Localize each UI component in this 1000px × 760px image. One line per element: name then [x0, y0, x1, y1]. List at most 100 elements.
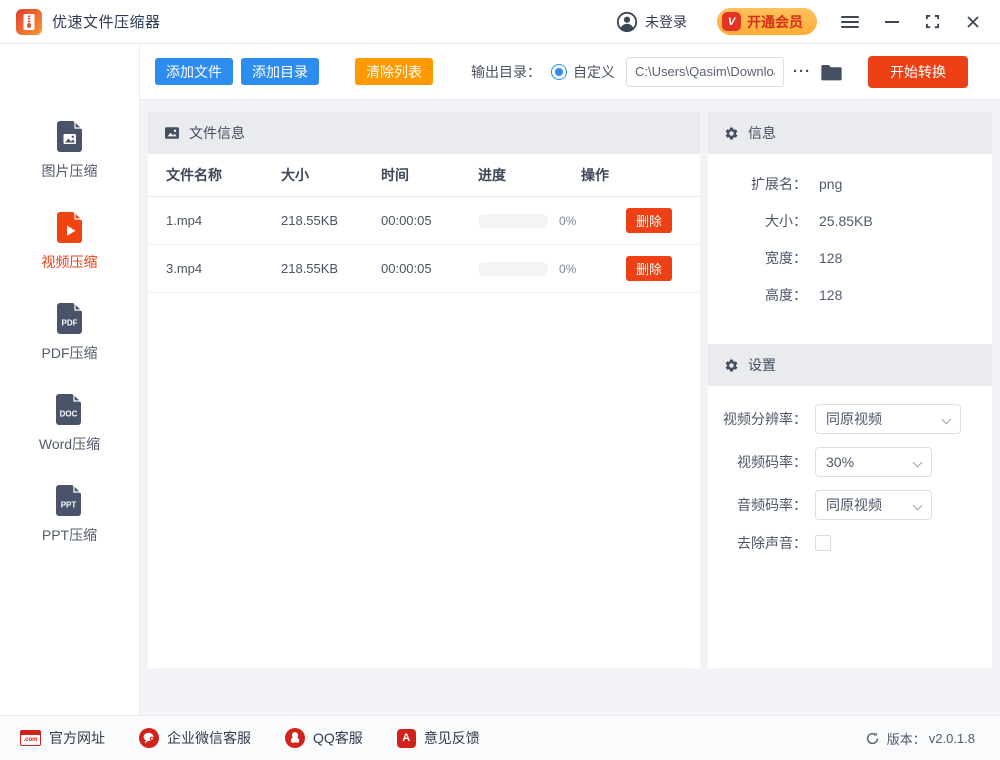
open-vip-button[interactable]: V 开通会员 [717, 8, 817, 35]
table-header: 文件名称 大小 时间 进度 操作 [148, 154, 700, 197]
col-size: 大小 [281, 165, 381, 185]
menu-icon[interactable] [841, 16, 859, 28]
sidebar-item-label: 图片压缩 [42, 161, 98, 181]
gear-icon [724, 126, 739, 141]
table-row: 1.mp4 218.55KB 00:00:05 0% 删除 [148, 197, 700, 245]
delete-button[interactable]: 删除 [626, 208, 672, 233]
audio-bitrate-select[interactable]: 同原视频 [815, 490, 932, 520]
svg-text:PDF: PDF [61, 319, 77, 328]
official-site-link[interactable]: .com 官方网址 [20, 728, 105, 748]
app-title: 优速文件压缩器 [52, 11, 161, 32]
add-directory-button[interactable]: 添加目录 [241, 58, 319, 85]
sidebar-item-video-compress[interactable]: 视频压缩 [42, 209, 98, 272]
user-avatar-icon [616, 11, 638, 33]
toolbar: 添加文件 添加目录 清除列表 输出目录： 自定义 ··· 开始转换 [140, 44, 1000, 100]
sidebar-item-ppt-compress[interactable]: PPT PPT压缩 [42, 482, 97, 545]
clear-list-button[interactable]: 清除列表 [355, 58, 433, 85]
file-panel-header: 文件信息 [148, 112, 700, 154]
browse-more-button[interactable]: ··· [793, 63, 811, 80]
sidebar: 图片压缩 视频压缩 PDF PDF压缩 [0, 44, 140, 715]
image-file-icon [52, 118, 88, 154]
info-fields: 扩展名： png 大小： 25.85KB 宽度： 128 高度： [708, 154, 992, 344]
version-box: 版本： v2.0.1.8 [865, 729, 975, 748]
resolution-label: 视频分辨率： [708, 409, 807, 429]
video-file-icon [52, 209, 88, 245]
login-status: 未登录 [645, 12, 687, 32]
file-size: 218.55KB [281, 213, 381, 228]
output-dir-label: 输出目录： [471, 62, 541, 82]
video-bitrate-label: 视频码率： [708, 452, 807, 472]
chevron-down-icon [942, 415, 952, 425]
feedback-link[interactable]: A 意见反馈 [397, 728, 480, 748]
file-size: 218.55KB [281, 261, 381, 276]
file-panel-title: 文件信息 [189, 123, 245, 143]
sidebar-item-label: 视频压缩 [42, 252, 98, 272]
qq-support-link[interactable]: QQ客服 [285, 728, 363, 748]
info-label-size: 大小： [708, 211, 807, 231]
file-info-panel: 文件信息 文件名称 大小 时间 进度 操作 1.mp4 218.55KB 00:… [148, 112, 700, 668]
sidebar-item-image-compress[interactable]: 图片压缩 [42, 118, 98, 181]
progress-percent: 0% [559, 214, 576, 228]
maximize-icon[interactable] [925, 14, 940, 29]
info-value-size: 25.85KB [819, 213, 873, 229]
website-icon: .com [20, 730, 41, 746]
title-bar: 优速文件压缩器 未登录 V 开通会员 [0, 0, 1000, 44]
info-label-height: 高度： [708, 285, 807, 305]
qq-icon [285, 728, 305, 748]
info-panel-header: 信息 [708, 112, 992, 154]
file-time: 00:00:05 [381, 213, 478, 228]
progress-percent: 0% [559, 262, 576, 276]
sidebar-item-label: PPT压缩 [42, 525, 97, 545]
minimize-icon[interactable] [885, 21, 899, 23]
delete-button[interactable]: 删除 [626, 256, 672, 281]
audio-bitrate-value: 同原视频 [826, 495, 882, 515]
official-site-label: 官方网址 [49, 728, 105, 748]
col-time: 时间 [381, 165, 478, 185]
close-icon[interactable] [966, 15, 980, 29]
vip-icon: V [722, 12, 741, 31]
audio-bitrate-label: 音频码率： [708, 495, 807, 515]
info-label-ext: 扩展名： [708, 174, 807, 194]
pdf-file-icon: PDF [52, 300, 88, 336]
add-file-button[interactable]: 添加文件 [155, 58, 233, 85]
start-convert-button[interactable]: 开始转换 [868, 56, 968, 88]
right-panel: 信息 扩展名： png 大小： 25.85KB 宽度： [708, 112, 992, 668]
settings-panel-title: 设置 [748, 355, 776, 375]
ppt-file-icon: PPT [51, 482, 87, 518]
wechat-support-link[interactable]: 企业微信客服 [139, 728, 251, 748]
resolution-select[interactable]: 同原视频 [815, 404, 961, 434]
settings-fields: 视频分辨率： 同原视频 视频码率： 30% [708, 386, 992, 571]
video-bitrate-select[interactable]: 30% [815, 447, 932, 477]
sidebar-item-word-compress[interactable]: DOC Word压缩 [39, 391, 100, 454]
update-icon [865, 731, 880, 746]
col-filename: 文件名称 [166, 165, 281, 185]
version-value: v2.0.1.8 [929, 731, 975, 746]
col-action: 操作 [581, 165, 700, 185]
video-bitrate-value: 30% [826, 454, 854, 470]
file-name: 3.mp4 [166, 261, 281, 276]
info-value-width: 128 [819, 250, 842, 266]
output-path-input[interactable] [626, 57, 784, 87]
info-value-ext: png [819, 176, 842, 192]
progress-bar [478, 262, 548, 276]
resolution-value: 同原视频 [826, 409, 882, 429]
open-folder-icon[interactable] [821, 63, 842, 81]
remove-audio-label: 去除声音： [708, 533, 807, 553]
gear-icon [724, 358, 739, 373]
user-login[interactable]: 未登录 [616, 11, 687, 33]
custom-output-radio[interactable] [551, 64, 567, 80]
remove-audio-checkbox[interactable] [815, 535, 831, 551]
wechat-support-label: 企业微信客服 [167, 728, 251, 748]
sidebar-item-label: PDF压缩 [42, 343, 98, 363]
chevron-down-icon [913, 458, 923, 468]
sidebar-item-label: Word压缩 [39, 434, 100, 454]
qq-support-label: QQ客服 [313, 728, 363, 748]
feedback-label: 意见反馈 [424, 728, 480, 748]
sidebar-item-pdf-compress[interactable]: PDF PDF压缩 [42, 300, 98, 363]
app-window: 优速文件压缩器 未登录 V 开通会员 [0, 0, 1000, 760]
table-row: 3.mp4 218.55KB 00:00:05 0% 删除 [148, 245, 700, 293]
info-value-height: 128 [819, 287, 842, 303]
custom-output-label: 自定义 [573, 62, 615, 82]
svg-text:DOC: DOC [60, 410, 78, 419]
file-info-icon [164, 125, 180, 141]
